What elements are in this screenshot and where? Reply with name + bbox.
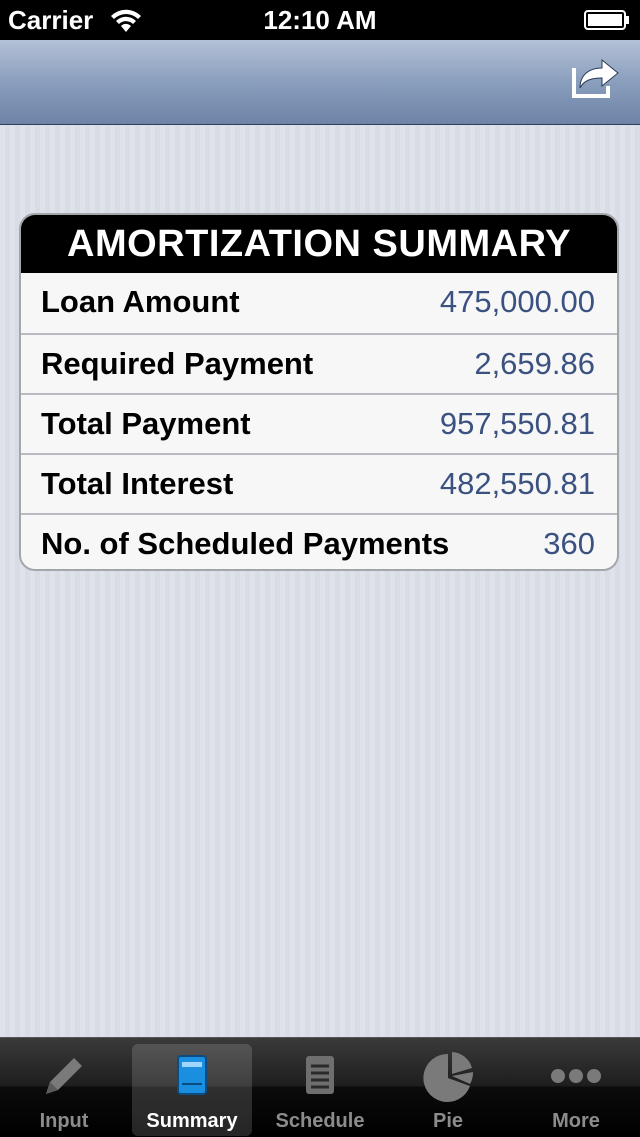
tab-more[interactable]: More	[516, 1044, 636, 1136]
row-label: Loan Amount	[41, 284, 240, 319]
content-area: AMORTIZATION SUMMARY Loan Amount 475,000…	[0, 125, 640, 1037]
tab-label: Summary	[146, 1110, 238, 1132]
summary-row-loan-amount: Loan Amount 475,000.00	[21, 273, 617, 333]
list-icon	[306, 1056, 334, 1094]
summary-row-total-interest: Total Interest 482,550.81	[21, 453, 617, 513]
tab-input[interactable]: Input	[4, 1044, 124, 1136]
row-label: Total Interest	[41, 466, 234, 501]
document-icon	[177, 1055, 207, 1095]
more-icon	[551, 1069, 601, 1083]
summary-rows: Loan Amount 475,000.00 Required Payment …	[21, 273, 617, 569]
tab-label: Input	[39, 1110, 89, 1132]
row-label: Required Payment	[41, 346, 314, 381]
tab-bar: Input Summary Schedule Pie More	[0, 1037, 640, 1137]
pencil-icon	[46, 1058, 82, 1094]
summary-row-total-payment: Total Payment 957,550.81	[21, 393, 617, 453]
navigation-bar	[0, 40, 640, 125]
summary-title: AMORTIZATION SUMMARY	[21, 215, 617, 273]
row-value: 957,550.81	[439, 406, 595, 441]
battery-icon	[584, 10, 629, 30]
row-value: 2,659.86	[474, 346, 595, 381]
row-value: 475,000.00	[439, 284, 595, 319]
row-label: Total Payment	[41, 406, 251, 441]
amortization-summary-table: AMORTIZATION SUMMARY Loan Amount 475,000…	[19, 213, 619, 571]
row-value: 360	[543, 526, 595, 561]
tab-pie[interactable]: Pie	[388, 1044, 508, 1136]
tab-summary[interactable]: Summary	[132, 1044, 252, 1136]
tab-label: More	[552, 1110, 600, 1132]
tab-label: Pie	[432, 1110, 464, 1132]
tab-schedule[interactable]: Schedule	[260, 1044, 380, 1136]
share-icon[interactable]	[570, 52, 622, 104]
summary-row-scheduled-payments: No. of Scheduled Payments 360	[21, 513, 617, 569]
status-bar: Carrier 12:10 AM	[0, 0, 640, 40]
summary-row-required-payment: Required Payment 2,659.86	[21, 333, 617, 393]
clock: 12:10 AM	[263, 5, 377, 35]
pie-chart-icon	[423, 1052, 474, 1102]
row-value: 482,550.81	[439, 466, 595, 501]
tab-label: Schedule	[275, 1110, 365, 1132]
row-label: No. of Scheduled Payments	[41, 526, 450, 561]
